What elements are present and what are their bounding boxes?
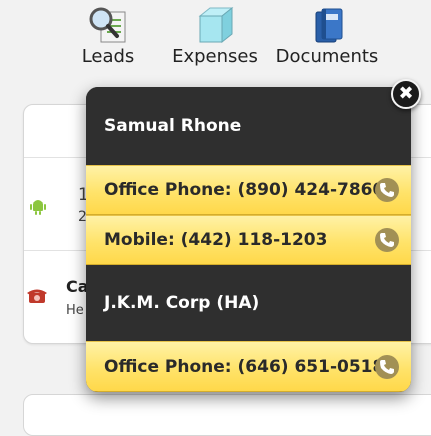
- telephone-icon: [27, 289, 47, 303]
- top-navigation: Leads Expenses Documents: [0, 0, 431, 80]
- contact-name: Samual Rhone: [104, 116, 242, 136]
- phone-label: Office Phone: (890) 424-7860: [104, 180, 385, 200]
- close-icon: ✖: [398, 83, 414, 104]
- documents-binder-icon: [315, 8, 343, 43]
- call-button[interactable]: [375, 228, 399, 252]
- call-button[interactable]: [375, 178, 399, 202]
- android-icon: [30, 200, 46, 215]
- phone-icon: [380, 233, 394, 247]
- nav-documents-label: Documents: [275, 46, 379, 67]
- nav-leads[interactable]: Leads: [48, 6, 168, 76]
- phone-icon: [380, 183, 394, 197]
- phone-label: Office Phone: (646) 651-0518: [104, 356, 385, 377]
- nav-documents[interactable]: Documents: [267, 6, 387, 76]
- nav-expenses-label: Expenses: [172, 46, 258, 67]
- phone-row-office[interactable]: Office Phone: (646) 651-0518: [86, 341, 411, 392]
- contact-name-header: Samual Rhone: [86, 87, 411, 165]
- call-button[interactable]: [375, 354, 399, 379]
- list-item-subtitle: He: [66, 303, 84, 318]
- phone-row-mobile[interactable]: Mobile: (442) 118-1203: [86, 215, 411, 265]
- contact-name-header: J.K.M. Corp (HA): [86, 265, 411, 341]
- phone-label: Mobile: (442) 118-1203: [104, 230, 328, 250]
- phone-row-office[interactable]: Office Phone: (890) 424-7860: [86, 165, 411, 215]
- contact-phone-popup: Samual Rhone Office Phone: (890) 424-786…: [86, 87, 411, 392]
- background-list-card: [23, 394, 431, 436]
- expenses-cube-icon: [198, 6, 234, 44]
- phone-icon: [380, 359, 394, 374]
- contact-name: J.K.M. Corp (HA): [104, 293, 260, 313]
- leads-magnifier-icon: [89, 7, 126, 43]
- nav-expenses[interactable]: Expenses: [155, 6, 275, 76]
- nav-leads-label: Leads: [81, 46, 135, 67]
- close-popup-button[interactable]: ✖: [391, 79, 421, 109]
